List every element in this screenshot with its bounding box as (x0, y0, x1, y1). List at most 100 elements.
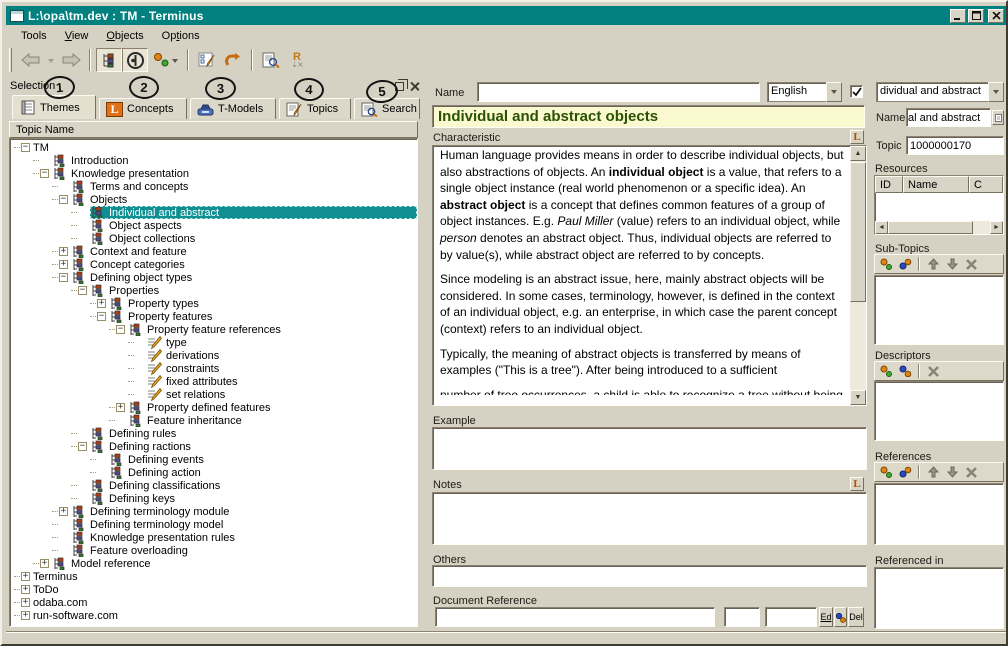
tree-item[interactable]: Defining classifications (10, 479, 417, 493)
tree-item[interactable]: + ToDo (10, 583, 417, 596)
collapse-icon[interactable]: − (78, 442, 87, 451)
tree-item[interactable]: + run-software.com (10, 609, 417, 622)
scroll-right-icon[interactable]: ► (990, 221, 1003, 234)
tree-item[interactable]: set relations (10, 387, 417, 402)
language-checkbox[interactable] (850, 85, 863, 98)
tree-item[interactable]: − Property features (10, 310, 417, 324)
expand-icon[interactable]: + (59, 260, 68, 269)
edit-form-icon[interactable] (194, 48, 220, 72)
tree-item[interactable]: Defining rules (10, 427, 417, 441)
tree-item[interactable]: − Knowledge presentation (10, 167, 417, 181)
forward-icon[interactable] (58, 48, 84, 72)
menu-view[interactable]: View (56, 28, 98, 44)
tree-item[interactable]: Feature inheritance (10, 414, 417, 428)
resources-hscrollbar[interactable]: ◄ ► (875, 221, 1003, 234)
tree-item[interactable]: + Context and feature (10, 245, 417, 259)
preview-document-icon[interactable] (258, 48, 284, 72)
expand-icon[interactable]: + (40, 559, 49, 568)
lexicon-button[interactable]: L (850, 130, 864, 144)
move-down-icon[interactable] (944, 465, 960, 479)
tree-item[interactable]: Defining terminology model (10, 518, 417, 532)
resources-table[interactable]: ID Name C ◄ ► (874, 175, 1004, 235)
circle-view-icon[interactable] (122, 48, 148, 72)
sub-topics-list[interactable] (874, 275, 1004, 345)
tree-item[interactable]: Knowledge presentation rules (10, 531, 417, 545)
document-reference-input[interactable] (435, 607, 715, 627)
tree-item[interactable]: Defining action (10, 466, 417, 480)
tree-item[interactable]: Object aspects (10, 219, 417, 233)
notes-lexicon-button[interactable]: L (850, 477, 864, 491)
menu-objects[interactable]: Objects (97, 28, 152, 44)
document-reference-page-input[interactable] (724, 607, 760, 627)
back-history-dropdown-icon[interactable] (44, 48, 58, 72)
tree-item[interactable]: + odaba.com (10, 596, 417, 609)
collapse-icon[interactable]: − (21, 143, 30, 152)
link-icon[interactable] (897, 465, 913, 479)
tree-view-icon[interactable] (96, 48, 122, 72)
expand-icon[interactable]: + (21, 598, 30, 607)
collapse-icon[interactable]: − (97, 312, 106, 321)
move-up-icon[interactable] (925, 257, 941, 271)
edit-button[interactable]: Ed (819, 607, 833, 627)
add-icon[interactable] (878, 364, 894, 378)
add-icon[interactable] (878, 257, 894, 271)
collapse-icon[interactable]: − (40, 169, 49, 178)
scroll-down-icon[interactable]: ▼ (850, 390, 866, 405)
tree-item[interactable]: Introduction (10, 154, 417, 168)
relations-dropdown-icon[interactable] (172, 58, 178, 66)
tree-item[interactable]: constraints (10, 361, 417, 376)
delete-icon[interactable] (925, 364, 941, 378)
scroll-left-icon[interactable]: ◄ (875, 221, 888, 234)
tree-item[interactable]: − Objects (10, 193, 417, 207)
notes-input[interactable] (432, 492, 867, 545)
tree-column-header[interactable]: Topic Name (9, 121, 418, 138)
move-down-icon[interactable] (944, 257, 960, 271)
replace-icon[interactable]: R ⇣⨯ (284, 48, 310, 72)
referenced-in-list[interactable] (874, 567, 1004, 629)
tree-item[interactable]: Object collections (10, 232, 417, 246)
expand-icon[interactable]: + (59, 507, 68, 516)
delete-icon[interactable] (963, 465, 979, 479)
name-lookup-icon[interactable] (992, 110, 1004, 125)
topic-combo[interactable]: dividual and abstract (876, 82, 1004, 102)
tree-item[interactable]: + Terminus (10, 570, 417, 583)
expand-icon[interactable]: + (21, 611, 30, 620)
undo-icon[interactable] (220, 48, 246, 72)
example-input[interactable] (432, 427, 867, 470)
resources-col-c[interactable]: C (969, 176, 1003, 193)
expand-icon[interactable]: + (97, 299, 106, 308)
tree-item[interactable]: Defining keys (10, 492, 417, 506)
language-select[interactable]: English (767, 82, 842, 102)
tree-item[interactable]: + Property types (10, 297, 417, 311)
tree-item[interactable]: − Defining ractions (10, 440, 417, 454)
tab-t-models[interactable]: T-Models (190, 98, 276, 119)
characteristic-scrollbar[interactable]: ▲ ▼ (850, 146, 866, 405)
expand-icon[interactable]: + (21, 572, 30, 581)
tree-item[interactable]: Defining events (10, 453, 417, 467)
tree-item[interactable]: + Concept categories (10, 258, 417, 272)
resources-col-name[interactable]: Name (903, 176, 969, 193)
expand-icon[interactable]: + (21, 585, 30, 594)
detail-name-input[interactable] (906, 108, 991, 127)
detail-topic-input[interactable] (906, 136, 1004, 155)
menu-options[interactable]: Options (153, 28, 209, 44)
name-input[interactable] (477, 82, 760, 102)
back-icon[interactable] (18, 48, 44, 72)
link-document-icon[interactable] (834, 607, 847, 627)
collapse-icon[interactable]: − (78, 286, 87, 295)
tab-concepts[interactable]: L Concepts (99, 98, 187, 119)
relations-icon[interactable] (148, 48, 182, 72)
scrollbar-thumb[interactable] (850, 162, 866, 302)
scroll-up-icon[interactable]: ▲ (850, 146, 866, 161)
others-input[interactable] (432, 565, 867, 587)
delete-icon[interactable] (963, 257, 979, 271)
tree-item[interactable]: − TM (10, 141, 417, 154)
tree-item[interactable]: + Defining terminology module (10, 505, 417, 519)
link-icon[interactable] (897, 257, 913, 271)
scrollbar-thumb[interactable] (888, 221, 973, 234)
tree-item[interactable]: + Model reference (10, 557, 417, 571)
descriptors-list[interactable] (874, 381, 1004, 441)
tree-item[interactable]: derivations (10, 348, 417, 363)
delete-button[interactable]: Del (848, 607, 864, 627)
tree-item[interactable]: Terms and concepts (10, 180, 417, 194)
